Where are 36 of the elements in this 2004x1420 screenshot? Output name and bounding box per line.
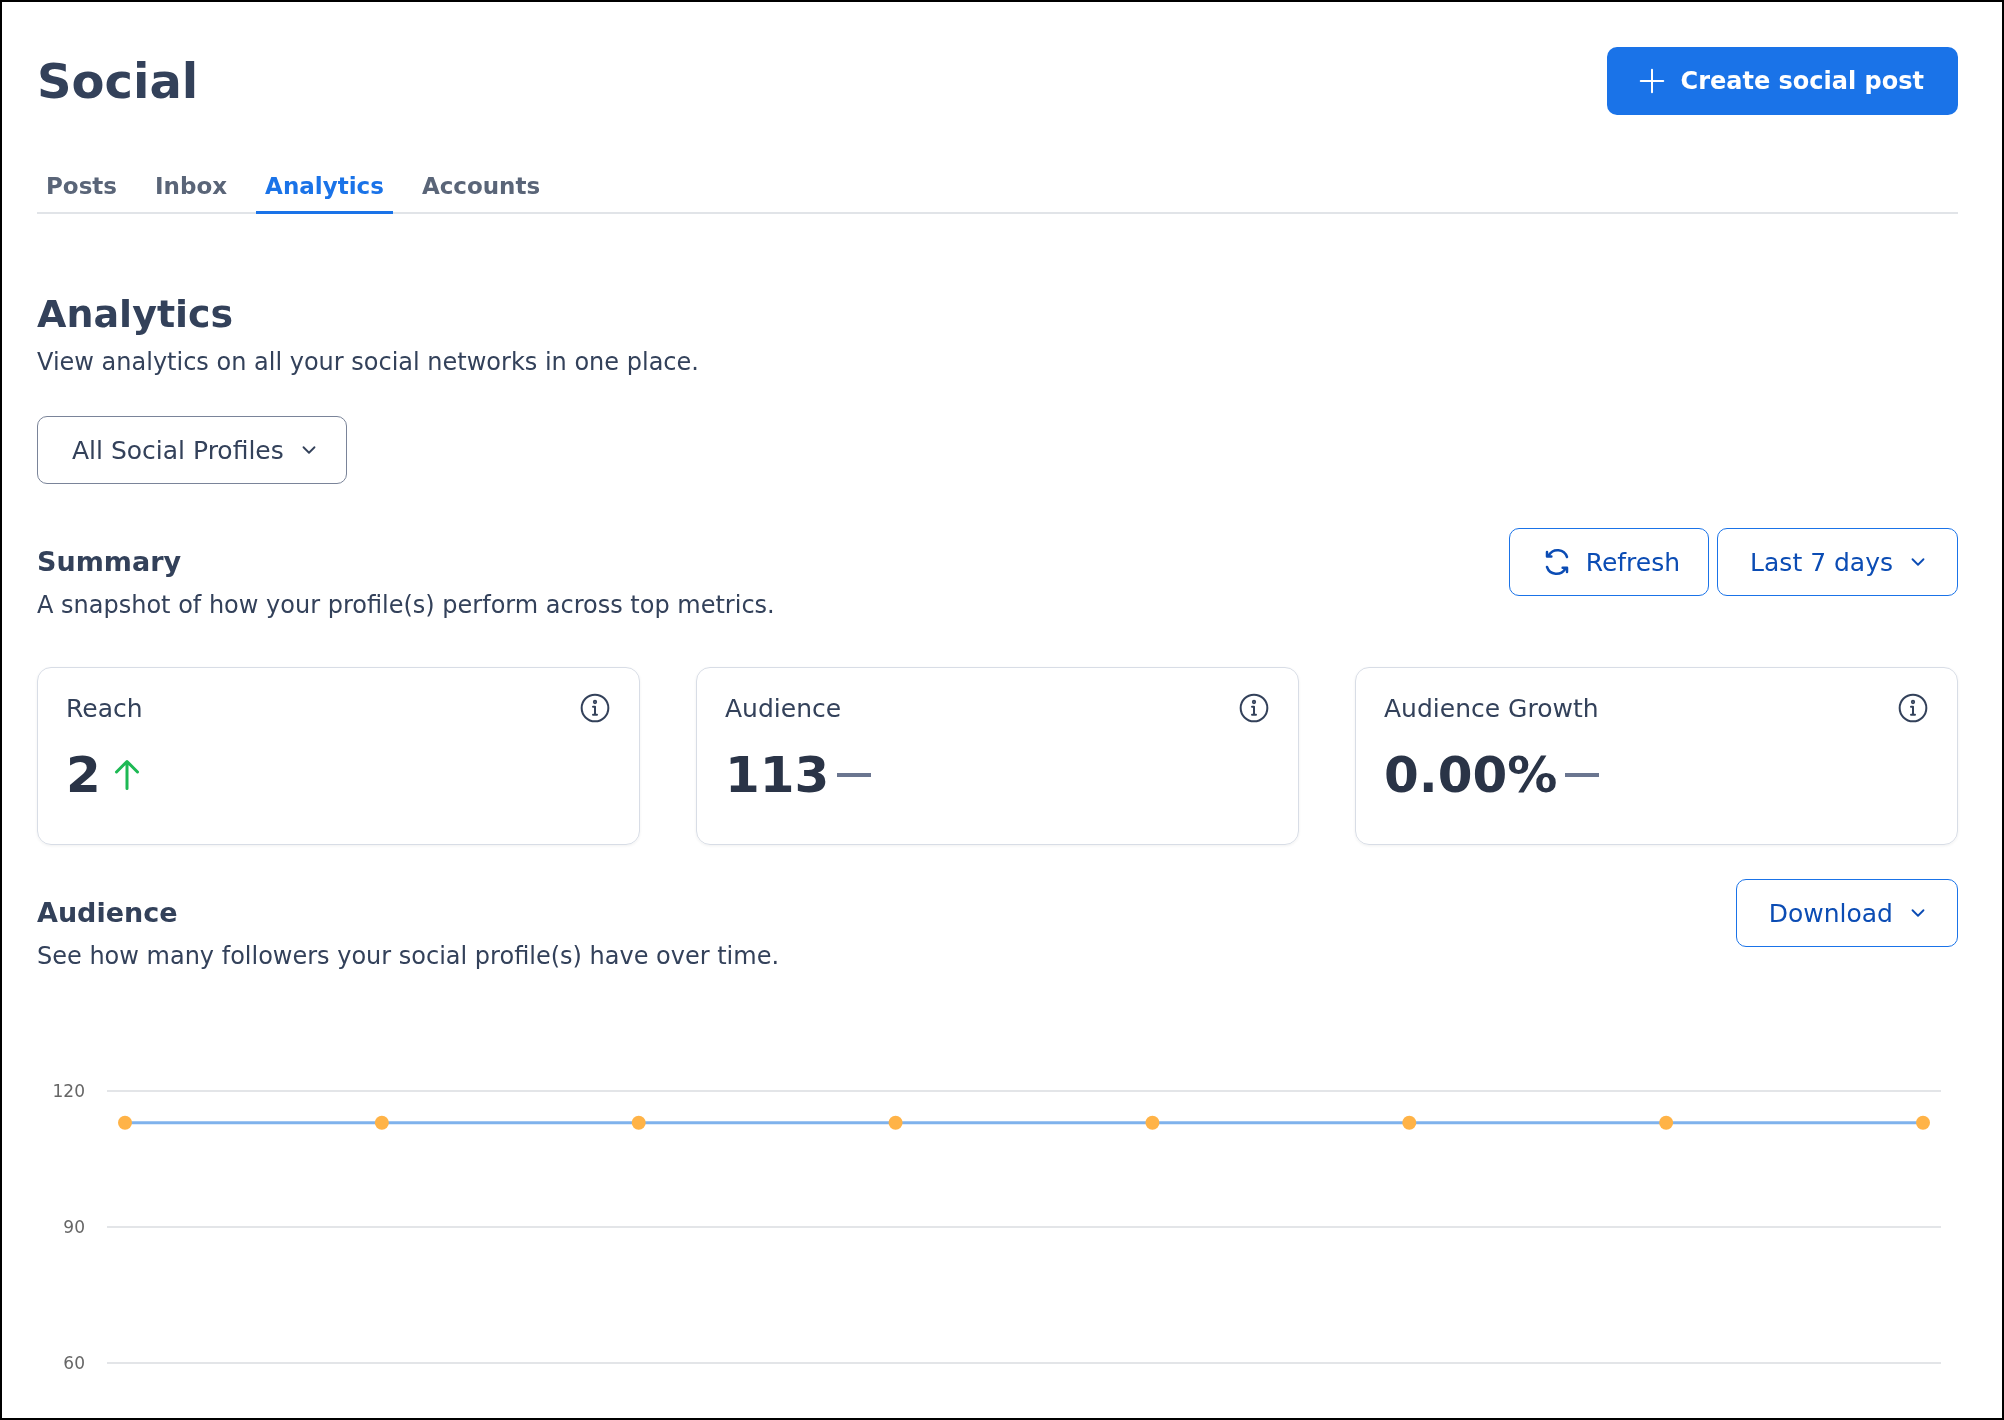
data-point bbox=[1659, 1115, 1674, 1130]
info-icon bbox=[1238, 692, 1270, 724]
section-description: See how many followers your social profile(s) have over time. bbox=[37, 942, 780, 970]
refresh-button[interactable]: Refresh bbox=[1508, 528, 1710, 596]
section-description: A snapshot of how your profile(s) perform across top metrics. bbox=[37, 591, 775, 619]
metric-label: Reach bbox=[66, 693, 143, 723]
info-icon bbox=[1897, 692, 1929, 724]
data-point bbox=[374, 1115, 389, 1130]
axis-tick-label: 60 bbox=[63, 1353, 85, 1373]
tab[interactable]: Analytics bbox=[256, 165, 393, 214]
axis-tick-label: 120 bbox=[52, 1081, 85, 1101]
axis-tick-label: 90 bbox=[63, 1217, 85, 1237]
section-title: Summary bbox=[37, 546, 183, 577]
info-icon bbox=[579, 692, 611, 724]
profile-dropdown[interactable]: All Social Profiles bbox=[37, 416, 347, 484]
metric-label: Audience bbox=[725, 693, 842, 723]
data-point bbox=[888, 1115, 903, 1130]
section-title: Audience bbox=[37, 897, 179, 928]
data-point bbox=[631, 1115, 646, 1130]
tab[interactable]: Posts bbox=[37, 165, 127, 214]
metric-value: 0.00% bbox=[1384, 746, 1558, 804]
section-description: View analytics on all your social networks in one place. bbox=[37, 348, 700, 376]
date-range-dropdown[interactable]: Last 7 days bbox=[1717, 528, 1958, 596]
data-point bbox=[118, 1115, 132, 1130]
tab[interactable]: Inbox bbox=[146, 165, 237, 214]
tab[interactable]: Accounts bbox=[412, 165, 550, 214]
create-post-button[interactable]: Create social post bbox=[1606, 47, 1958, 115]
download-dropdown[interactable]: Download bbox=[1735, 879, 1958, 947]
metric-value: 2 bbox=[66, 746, 101, 804]
metric-label: Audience Growth bbox=[1384, 693, 1599, 723]
page-title: Social bbox=[37, 53, 199, 109]
data-point bbox=[1145, 1115, 1160, 1130]
data-point bbox=[1402, 1115, 1417, 1130]
data-point bbox=[1916, 1115, 1930, 1130]
section-title: Analytics bbox=[37, 292, 235, 336]
metric-value: 113 bbox=[725, 746, 830, 804]
